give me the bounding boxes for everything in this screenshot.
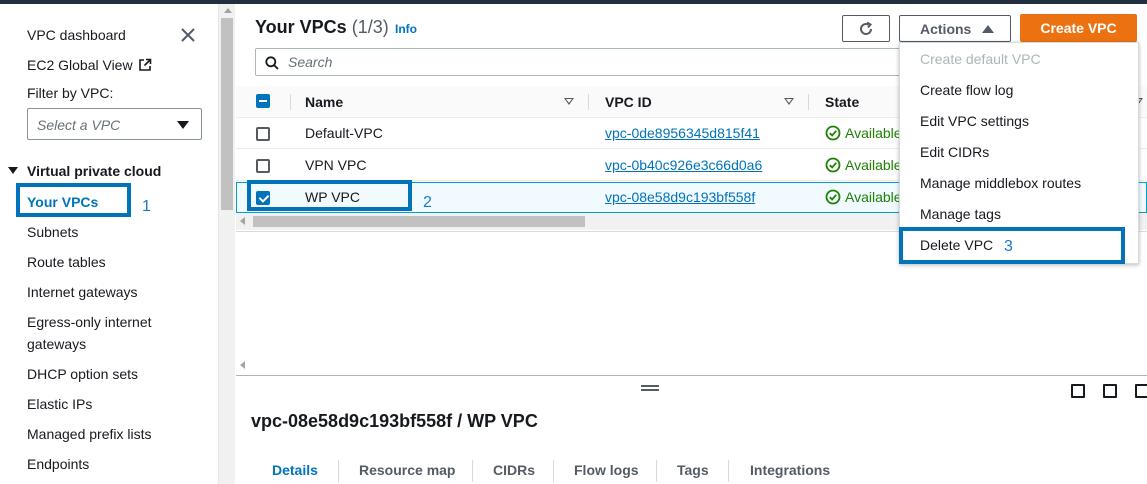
search-bar[interactable]	[255, 48, 905, 76]
section-virtual-private-cloud[interactable]: Virtual private cloud	[8, 163, 161, 179]
sort-caret-icon[interactable]	[564, 98, 574, 105]
menu-item-create-flow-log[interactable]: Create flow log	[920, 82, 1013, 98]
section-label: Virtual private cloud	[27, 163, 162, 179]
detail-tabs: Details Resource map CIDRs Flow logs Tag…	[236, 456, 1147, 484]
vpc-state-text: Available	[845, 157, 902, 173]
check-circle-icon	[825, 189, 841, 205]
panel-close-icon[interactable]	[1135, 384, 1147, 398]
column-divider	[808, 94, 809, 110]
vpc-state: Available	[825, 157, 902, 173]
tab-tags[interactable]: Tags	[677, 462, 709, 478]
caret-up-icon	[982, 25, 994, 33]
sidebar-item-ec2-global-view[interactable]: EC2 Global View	[27, 57, 152, 73]
refresh-button[interactable]	[842, 15, 890, 42]
column-divider	[588, 94, 589, 110]
split-panel-divider	[236, 375, 1147, 376]
tab-divider	[472, 460, 473, 482]
check-circle-icon	[825, 125, 841, 141]
panel-position-side-icon[interactable]	[1103, 384, 1117, 398]
caret-down-icon	[177, 121, 189, 129]
tab-cidrs[interactable]: CIDRs	[493, 462, 535, 478]
vpc-name: VPN VPC	[305, 157, 367, 173]
menu-item-manage-tags[interactable]: Manage tags	[920, 206, 1001, 222]
menu-item-edit-cidrs[interactable]: Edit CIDRs	[920, 144, 989, 160]
check-circle-icon	[825, 157, 841, 173]
column-header-vpc-id[interactable]: VPC ID	[605, 94, 652, 110]
sidebar-item-route-tables[interactable]: Route tables	[27, 254, 106, 270]
search-input[interactable]	[288, 53, 888, 71]
vpc-filter-select[interactable]: Select a VPC	[27, 108, 202, 140]
refresh-icon	[860, 21, 873, 35]
tab-details[interactable]: Details	[272, 462, 318, 478]
scroll-up-arrow-icon[interactable]	[224, 8, 232, 13]
menu-item-manage-middlebox-routes[interactable]: Manage middlebox routes	[920, 175, 1081, 191]
sidebar-item-label: EC2 Global View	[27, 57, 133, 73]
scrollbar-thumb[interactable]	[253, 216, 585, 227]
tab-divider	[656, 460, 657, 482]
sidebar-item-elastic-ips[interactable]: Elastic IPs	[27, 396, 92, 412]
sidebar-scrollbar[interactable]	[218, 4, 235, 484]
sidebar: VPC dashboard EC2 Global View Filter by …	[0, 4, 218, 484]
actions-button[interactable]: Actions	[899, 15, 1011, 42]
vpc-state: Available	[825, 189, 902, 205]
row-checkbox[interactable]	[256, 159, 270, 173]
tab-divider	[728, 460, 729, 482]
external-link-icon	[138, 58, 151, 71]
row-checkbox[interactable]	[256, 127, 270, 141]
lower-horizontal-scrollbar[interactable]	[236, 357, 1147, 374]
tab-integrations[interactable]: Integrations	[750, 462, 830, 478]
split-panel-resize-handle[interactable]	[641, 385, 659, 391]
create-vpc-button[interactable]: Create VPC	[1020, 14, 1137, 42]
scroll-left-arrow-icon[interactable]	[240, 217, 245, 225]
annotation-number-3: 3	[1004, 238, 1013, 255]
sort-caret-icon[interactable]	[784, 98, 794, 105]
tab-flow-logs[interactable]: Flow logs	[574, 462, 639, 478]
vpc-state-text: Available	[845, 189, 902, 205]
menu-item-create-default-vpc[interactable]: Create default VPC	[920, 51, 1041, 67]
vpc-id-link[interactable]: vpc-0de8956345d815f41	[605, 125, 760, 141]
actions-button-label: Actions	[920, 21, 972, 37]
vpc-state-text: Available	[845, 125, 902, 141]
column-header-name[interactable]: Name	[305, 94, 343, 110]
annotation-highlight-your-vpcs	[16, 183, 131, 217]
annotation-number-2: 2	[423, 194, 432, 211]
tab-divider	[553, 460, 554, 482]
filter-label: Filter by VPC:	[27, 85, 114, 101]
annotation-number-1: 1	[142, 198, 151, 215]
selection-count: (1/3)	[351, 17, 389, 37]
vpc-id-link[interactable]: vpc-08e58d9c193bf558f	[605, 189, 755, 205]
vpc-id-link[interactable]: vpc-0b40c926e3c66d0a6	[605, 157, 762, 173]
sidebar-item-subnets[interactable]: Subnets	[27, 224, 78, 240]
vpc-filter-placeholder: Select a VPC	[37, 117, 121, 133]
column-divider	[290, 94, 291, 110]
vpc-state: Available	[825, 125, 902, 141]
sidebar-item-endpoints[interactable]: Endpoints	[27, 456, 89, 472]
search-icon	[265, 56, 279, 70]
sidebar-item-managed-prefix-lists[interactable]: Managed prefix lists	[27, 426, 152, 442]
page-title-text: Your VPCs	[255, 17, 347, 37]
scroll-left-arrow-icon[interactable]	[240, 361, 245, 369]
sidebar-item-dhcp-option-sets[interactable]: DHCP option sets	[27, 366, 138, 382]
page-title: Your VPCs (1/3)	[255, 17, 389, 38]
info-link[interactable]: Info	[395, 22, 417, 36]
tab-resource-map[interactable]: Resource map	[359, 462, 455, 478]
menu-item-edit-vpc-settings[interactable]: Edit VPC settings	[920, 113, 1029, 129]
sidebar-item-egress-only-internet-gateways-line2[interactable]: gateways	[27, 336, 86, 352]
sidebar-item-vpc-dashboard[interactable]: VPC dashboard	[27, 27, 126, 43]
annotation-highlight-wp-vpc-row	[247, 180, 412, 211]
expand-triangle-icon	[8, 167, 18, 174]
scrollbar-thumb[interactable]	[221, 18, 233, 210]
panel-position-bottom-icon[interactable]	[1071, 384, 1085, 398]
vpc-name: Default-VPC	[305, 125, 383, 141]
detail-panel-title: vpc-08e58d9c193bf558f / WP VPC	[251, 411, 538, 431]
select-all-checkbox[interactable]	[256, 94, 270, 108]
column-header-state[interactable]: State	[825, 94, 859, 110]
sidebar-item-internet-gateways[interactable]: Internet gateways	[27, 284, 138, 300]
tab-divider	[338, 460, 339, 482]
sidebar-item-egress-only-internet-gateways[interactable]: Egress-only internet	[27, 314, 152, 330]
close-icon[interactable]	[179, 26, 197, 44]
